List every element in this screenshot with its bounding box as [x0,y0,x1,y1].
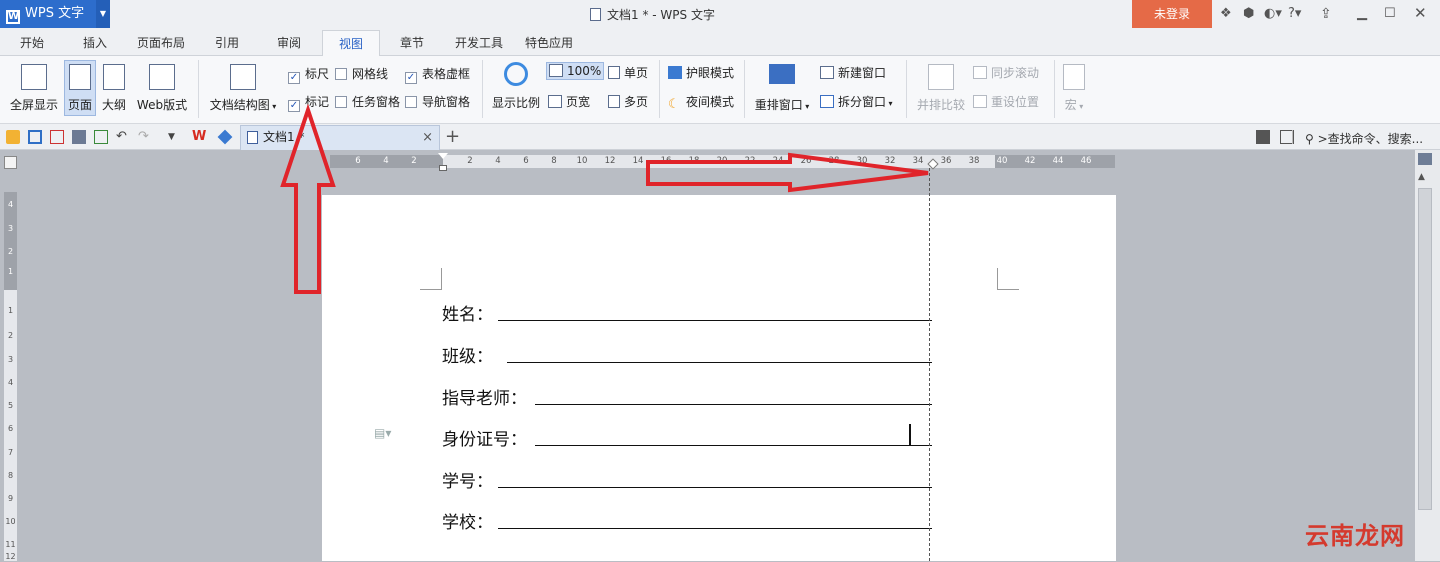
annotation-arrows [280,103,929,294]
annotation-up-arrow [280,103,336,294]
annotation-right-arrow [646,152,929,193]
watermark: 云南龙网 [1305,522,1405,550]
